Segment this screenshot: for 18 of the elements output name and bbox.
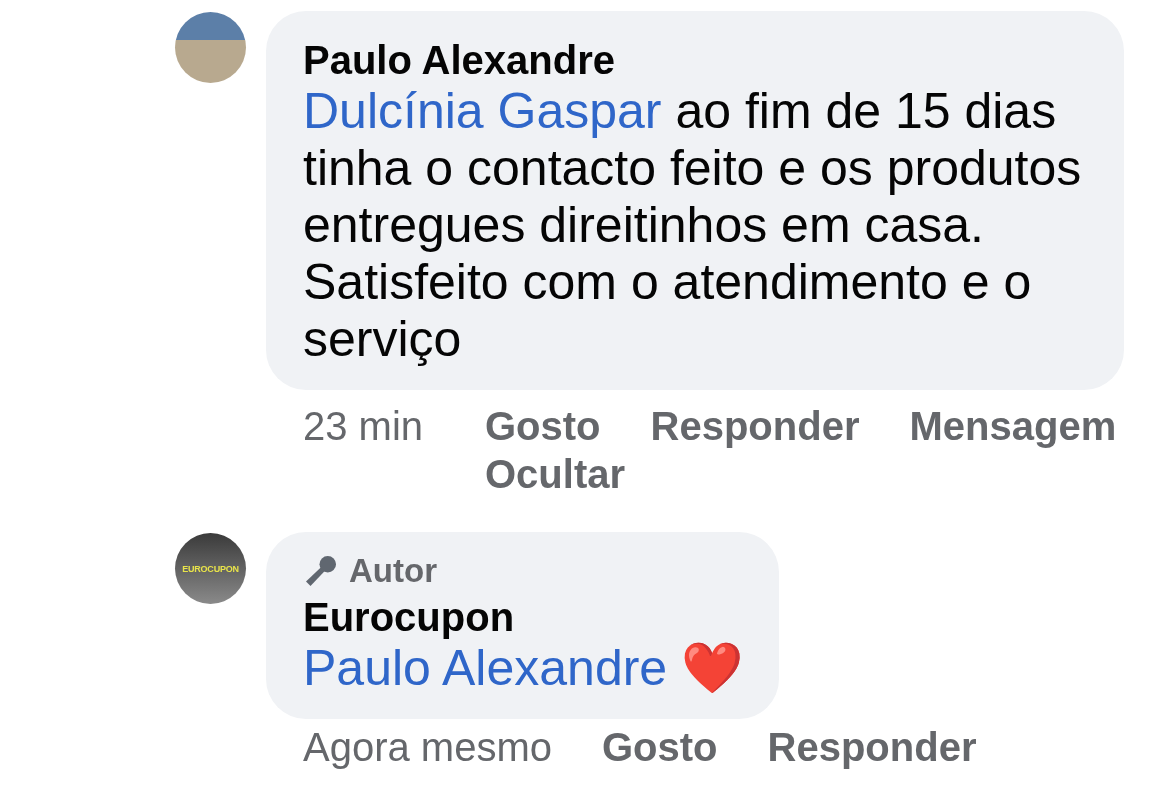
action-link[interactable]: Mensagem bbox=[909, 402, 1117, 450]
action-link[interactable]: Gosto bbox=[602, 723, 718, 771]
author-name[interactable]: Eurocupon bbox=[303, 594, 744, 640]
action-link[interactable]: Responder bbox=[650, 402, 860, 450]
author-name[interactable]: Paulo Alexandre bbox=[303, 37, 1088, 83]
mention-link[interactable]: Paulo Alexandre bbox=[303, 640, 668, 696]
author-label: Autor bbox=[349, 552, 437, 590]
comment-text: Paulo Alexandre ❤ bbox=[303, 640, 744, 697]
mention-link[interactable]: Dulcínia Gaspar bbox=[303, 83, 662, 139]
comment-text: Dulcínia Gaspar ao fim de 15 dias tinha o contacto feito e os produtos entregues direitinhos em casa. Satisfeito com o atendimento e o serviço bbox=[303, 83, 1083, 368]
microphone-icon bbox=[303, 553, 339, 589]
timestamp: 23 min bbox=[303, 403, 425, 450]
logo-text: EUROCUPON bbox=[182, 563, 239, 574]
action-link[interactable]: Gosto bbox=[485, 402, 601, 450]
action-link[interactable]: Responder bbox=[767, 723, 977, 771]
logo-avatar[interactable]: EUROCUPON bbox=[175, 533, 246, 604]
action-link[interactable]: Ocultar bbox=[485, 450, 626, 498]
timestamp: Agora mesmo bbox=[303, 724, 553, 771]
